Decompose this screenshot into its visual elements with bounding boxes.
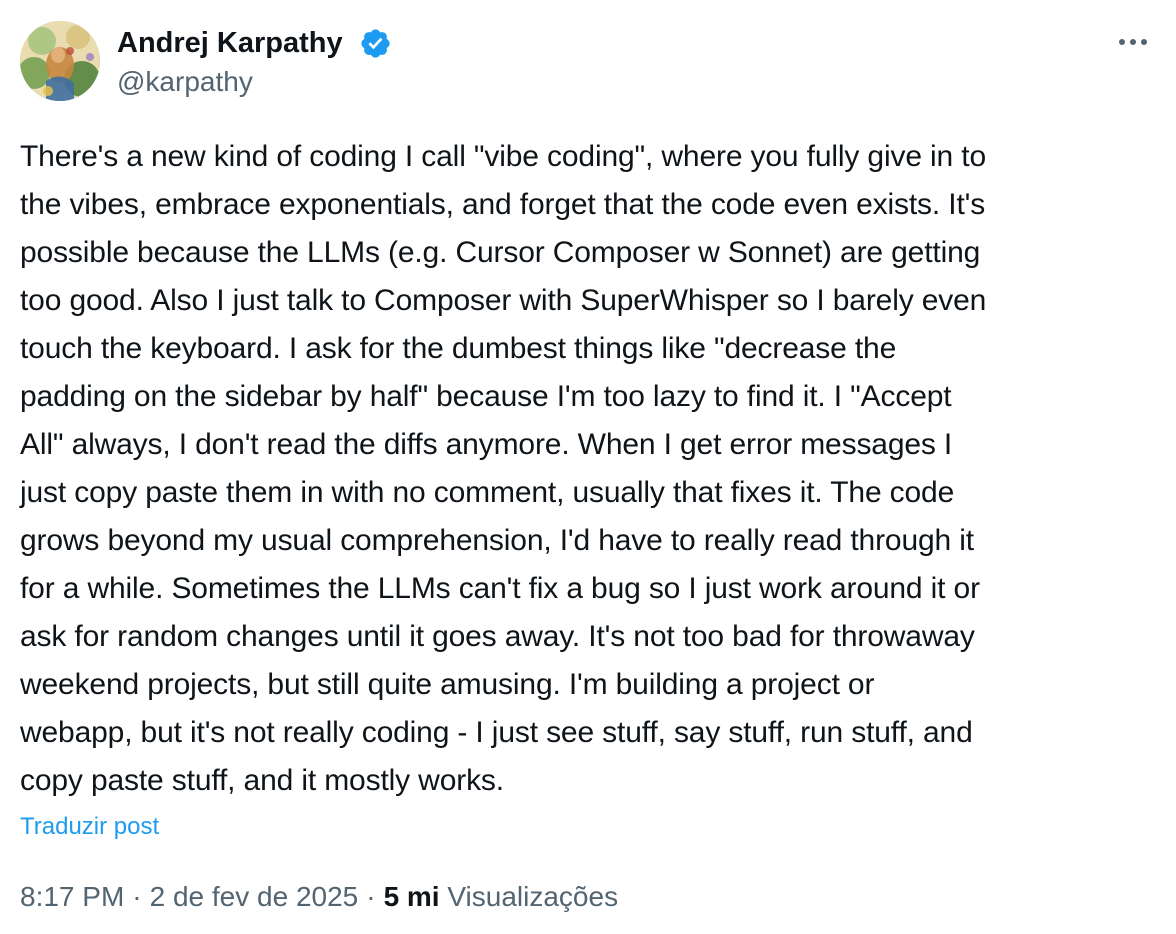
post-time[interactable]: 8:17 PM xyxy=(20,881,124,912)
tweet-text-line: copy paste stuff, and it mostly works. xyxy=(20,764,504,797)
tweet-text-line: too good. Also I just talk to Composer w… xyxy=(20,284,987,317)
tweet-text-line: ask for random changes until it goes awa… xyxy=(20,620,975,653)
tweet-text-line: just copy paste them in with no comment,… xyxy=(20,476,955,509)
meta-separator: · xyxy=(132,881,142,912)
tweet-text-line: for a while. Sometimes the LLMs can't fi… xyxy=(20,572,980,605)
tweet-text-line: padding on the sidebar by half" because … xyxy=(20,380,952,413)
avatar[interactable] xyxy=(20,21,100,101)
more-options-button[interactable] xyxy=(1110,24,1156,60)
tweet-text-line: webapp, but it's not really coding - I j… xyxy=(20,716,973,749)
tweet-text-line: touch the keyboard. I ask for the dumbes… xyxy=(20,332,897,365)
tweet-text-line: weekend projects, but still quite amusin… xyxy=(20,668,875,701)
meta-separator: · xyxy=(366,881,376,912)
tweet-text-line: grows beyond my usual comprehension, I'd… xyxy=(20,524,974,557)
translate-post-link[interactable]: Traduzir post xyxy=(20,811,159,843)
verified-badge-icon[interactable] xyxy=(359,27,392,60)
tweet-text-line: the vibes, embrace exponentials, and for… xyxy=(20,188,986,221)
tweet-text-line: There's a new kind of coding I call "vib… xyxy=(20,140,986,173)
tweet-text-line: possible because the LLMs (e.g. Cursor C… xyxy=(20,236,981,269)
tweet-text: There's a new kind of coding I call "vib… xyxy=(20,133,1160,805)
tweet-card: Andrej Karpathy @karpathy There's a new … xyxy=(0,0,1176,934)
views-count[interactable]: 5 mi xyxy=(384,881,440,912)
tweet-meta: 8:17 PM · 2 de fev de 2025 · 5 mi Visualizaç… xyxy=(20,879,618,915)
post-date[interactable]: 2 de fev de 2025 xyxy=(150,881,359,912)
tweet-text-line: All" always, I don't read the diffs anym… xyxy=(20,428,953,461)
author-name[interactable]: Andrej Karpathy xyxy=(117,25,343,61)
avatar-image xyxy=(20,21,100,101)
more-horizontal-icon xyxy=(1119,39,1147,45)
author-handle[interactable]: @karpathy xyxy=(117,65,253,99)
views-label[interactable]: Visualizações xyxy=(447,881,618,912)
